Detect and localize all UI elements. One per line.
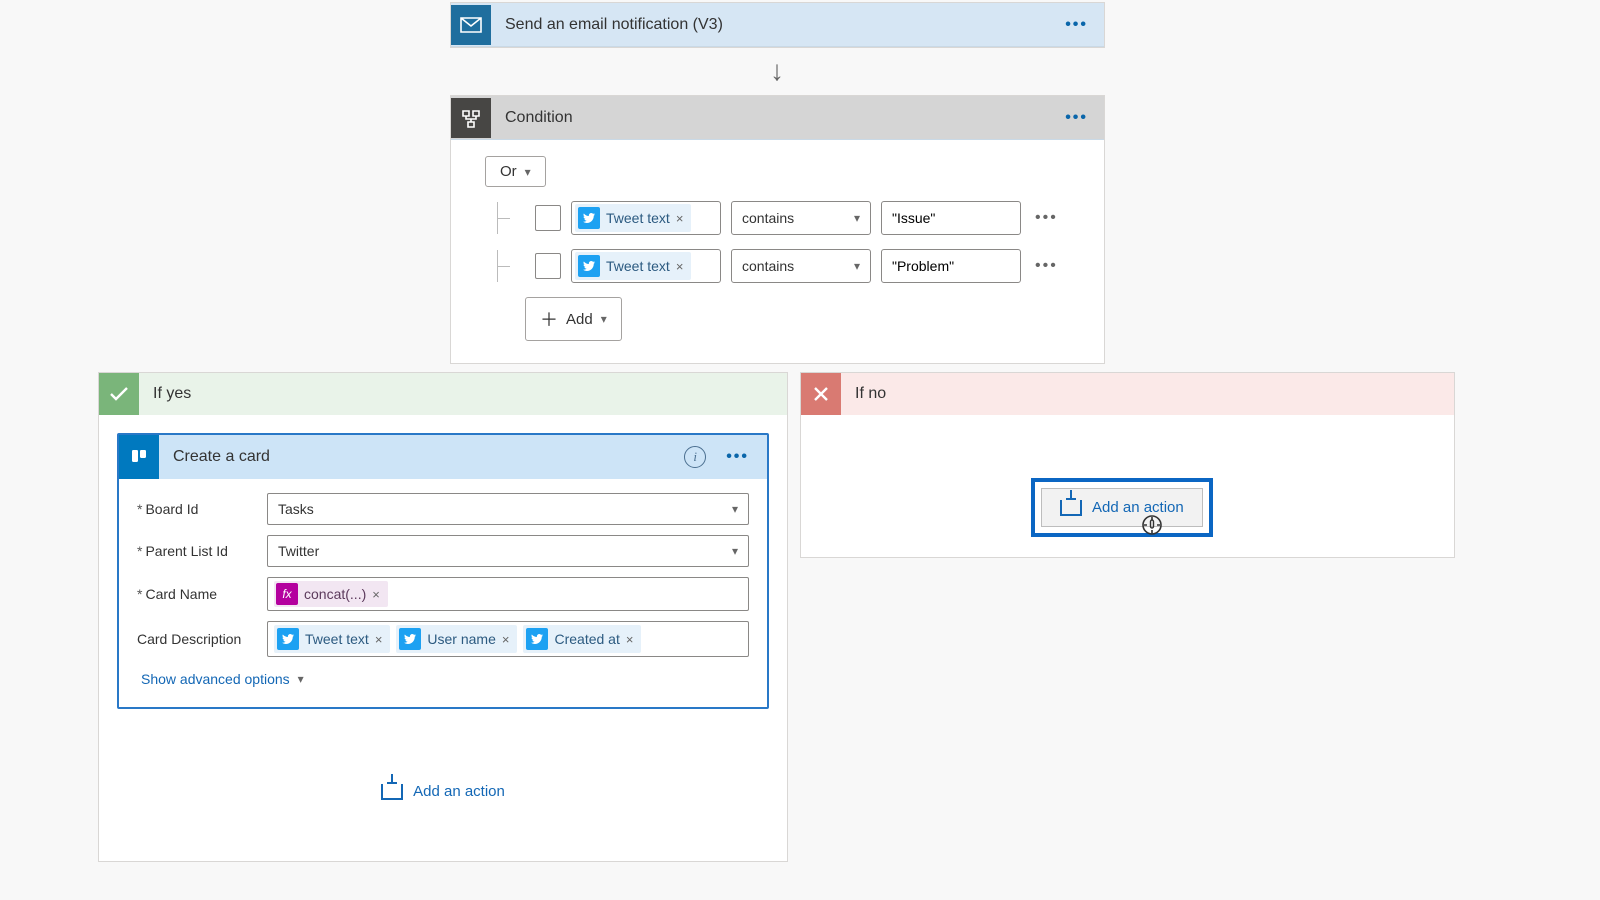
condition-menu[interactable]: ••• (1059, 105, 1094, 131)
board-id-dropdown[interactable]: Tasks▾ (267, 493, 749, 525)
chevron-down-icon: ▾ (732, 544, 738, 558)
condition-logic-dropdown[interactable]: Or ▾ (485, 156, 546, 187)
if-yes-branch: If yes Create a card i ••• Board Id Task… (98, 372, 788, 862)
twitter-icon (578, 207, 600, 229)
rule-field-input[interactable]: Tweet text× (571, 249, 721, 283)
chevron-down-icon: ▾ (854, 211, 860, 225)
selection-highlight: Add an action (1031, 478, 1213, 537)
condition-step[interactable]: Condition ••• Or ▾ Tweet text× contains▾… (450, 95, 1105, 364)
twitter-icon (399, 628, 421, 650)
add-action-button-no[interactable]: Add an action (1041, 488, 1203, 527)
twitter-icon (277, 628, 299, 650)
chevron-down-icon: ▾ (525, 165, 531, 179)
condition-icon (451, 98, 491, 138)
flow-arrow-icon: ↓ (770, 55, 784, 87)
chevron-down-icon: ▾ (298, 672, 304, 686)
rule-field-input[interactable]: Tweet text× (571, 201, 721, 235)
rule-checkbox[interactable] (535, 205, 561, 231)
condition-title: Condition (505, 109, 573, 127)
chevron-down-icon: ▾ (601, 312, 607, 326)
if-no-label: If no (855, 385, 886, 403)
email-step-menu[interactable]: ••• (1059, 12, 1094, 38)
twitter-icon (578, 255, 600, 277)
check-icon (99, 373, 139, 415)
parent-list-label: Parent List Id (137, 543, 267, 559)
board-id-label: Board Id (137, 501, 267, 517)
email-step-title: Send an email notification (V3) (505, 16, 723, 34)
parent-list-dropdown[interactable]: Twitter▾ (267, 535, 749, 567)
condition-logic-label: Or (500, 163, 517, 180)
rule-checkbox[interactable] (535, 253, 561, 279)
token-remove[interactable]: × (626, 632, 634, 647)
if-yes-label: If yes (153, 385, 191, 403)
card-name-input[interactable]: fxconcat(...)× (267, 577, 749, 611)
chevron-down-icon: ▾ (732, 502, 738, 516)
rule-menu[interactable]: ••• (1031, 209, 1062, 227)
rule-value-input[interactable] (881, 201, 1021, 235)
rule-value-input[interactable] (881, 249, 1021, 283)
create-card-title: Create a card (173, 448, 270, 466)
token-remove[interactable]: × (372, 587, 380, 602)
token-remove[interactable]: × (375, 632, 383, 647)
condition-rule-row: Tweet text× contains▾ ••• (485, 201, 1082, 235)
twitter-icon (526, 628, 548, 650)
plus-icon: ＋ (540, 306, 558, 332)
info-icon[interactable]: i (684, 446, 706, 468)
card-desc-input[interactable]: Tweet text× User name× Created at× (267, 621, 749, 657)
add-action-button-yes[interactable]: Add an action (99, 769, 787, 822)
email-icon (451, 5, 491, 45)
create-card-menu[interactable]: ••• (720, 444, 755, 470)
token-remove[interactable]: × (676, 211, 684, 226)
create-card-step[interactable]: Create a card i ••• Board Id Tasks▾ Pare… (117, 433, 769, 709)
email-step[interactable]: Send an email notification (V3) ••• (450, 2, 1105, 48)
add-action-icon (1060, 500, 1082, 516)
card-desc-label: Card Description (137, 631, 267, 647)
chevron-down-icon: ▾ (854, 259, 860, 273)
condition-add-rule-button[interactable]: ＋ Add ▾ (525, 297, 622, 341)
close-icon (801, 373, 841, 415)
add-action-icon (381, 784, 403, 800)
card-name-label: Card Name (137, 586, 267, 602)
condition-rule-row: Tweet text× contains▾ ••• (485, 249, 1082, 283)
fx-icon: fx (276, 583, 298, 605)
show-advanced-toggle[interactable]: Show advanced options ▾ (137, 667, 304, 697)
rule-operator-dropdown[interactable]: contains▾ (731, 249, 871, 283)
rule-menu[interactable]: ••• (1031, 257, 1062, 275)
rule-operator-dropdown[interactable]: contains▾ (731, 201, 871, 235)
token-remove[interactable]: × (502, 632, 510, 647)
trello-icon (119, 435, 159, 479)
token-remove[interactable]: × (676, 259, 684, 274)
